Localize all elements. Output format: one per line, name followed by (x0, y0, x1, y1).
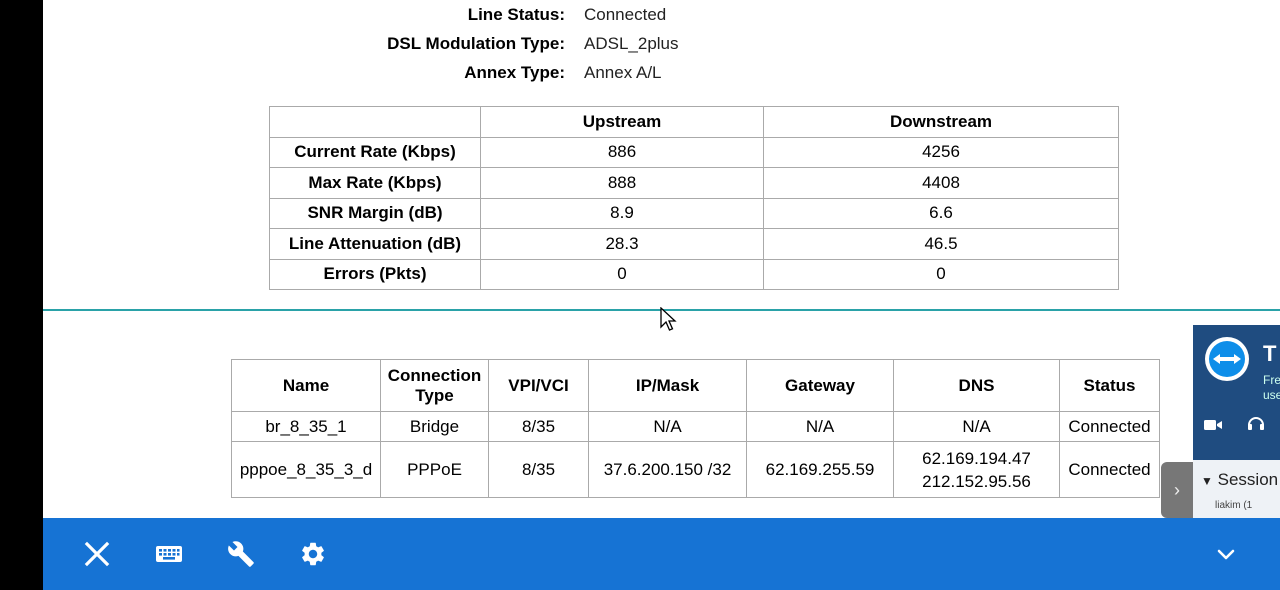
annex-label: Annex Type: (464, 63, 565, 82)
table-row: Line Attenuation (dB) 28.3 46.5 (269, 228, 1119, 260)
cell-vpivci: 8/35 (488, 441, 589, 498)
chevron-down-icon (1217, 549, 1235, 560)
header-downstream: Downstream (763, 106, 1119, 138)
teamviewer-subtitle-line2: use (1263, 388, 1280, 402)
triangle-down-icon: ▼ (1201, 474, 1213, 488)
collapse-toolbar-button[interactable] (1208, 536, 1244, 572)
cell-dns: 62.169.194.47 212.152.95.56 (893, 441, 1060, 498)
teamviewer-panel: T Fre use ▼ Session liakim (1 (1193, 325, 1280, 518)
cell-gateway: 62.169.255.59 (746, 441, 894, 498)
row-label: SNR Margin (dB) (269, 197, 481, 229)
close-button[interactable] (79, 536, 115, 572)
chevron-right-icon: › (1174, 480, 1180, 500)
line-status-row: Line Status: Connected (43, 0, 667, 30)
row-label: Line Attenuation (dB) (269, 228, 481, 260)
table-header-row: Upstream Downstream (269, 106, 1119, 138)
table-row: Max Rate (Kbps) 888 4408 (269, 167, 1119, 199)
cell-name: pppoe_8_35_3_d (231, 441, 381, 498)
line-status-label: Line Status: (467, 5, 565, 24)
downstream-value: 4408 (763, 167, 1119, 199)
dns-primary: 62.169.194.47 (922, 448, 1031, 468)
annex-value: Annex A/L (584, 63, 662, 82)
modulation-row: DSL Modulation Type: ADSL_2plus (43, 29, 678, 59)
header-empty (269, 106, 481, 138)
cell-type: PPPoE (380, 441, 489, 498)
row-label: Current Rate (Kbps) (269, 136, 481, 168)
downstream-value: 6.6 (763, 197, 1119, 229)
teamviewer-subtitle: Fre use (1263, 373, 1280, 403)
session-header: ▼ Session (1201, 470, 1278, 490)
header-name: Name (231, 359, 381, 412)
teamviewer-header: T Fre use (1193, 325, 1280, 460)
upstream-value: 886 (480, 136, 764, 168)
header-gateway: Gateway (746, 359, 894, 412)
session-label: Session (1217, 470, 1279, 489)
cell-status: Connected (1059, 411, 1160, 442)
close-icon (84, 541, 110, 567)
downstream-value: 46.5 (763, 228, 1119, 260)
annex-row: Annex Type: Annex A/L (43, 58, 661, 88)
header-dns: DNS (893, 359, 1060, 412)
upstream-value: 28.3 (480, 228, 764, 260)
header-vpivci: VPI/VCI (488, 359, 589, 412)
gear-icon (302, 542, 324, 566)
video-icon[interactable] (1203, 417, 1223, 433)
table-row: pppoe_8_35_3_d PPPoE 8/35 37.6.200.150 /… (231, 441, 1160, 498)
row-label: Max Rate (Kbps) (269, 167, 481, 199)
remote-desktop-viewport: Line Status: Connected DSL Modulation Ty… (43, 0, 1280, 518)
header-connection-type-line1: Connection (387, 365, 482, 385)
row-label: Errors (Pkts) (269, 258, 481, 290)
wrench-icon (228, 541, 254, 567)
table-row: Errors (Pkts) 0 0 (269, 258, 1119, 290)
cell-ip: N/A (588, 411, 747, 442)
header-ip-mask: IP/Mask (588, 359, 747, 412)
table-row: br_8_35_1 Bridge 8/35 N/A N/A N/A Connec… (231, 411, 1160, 442)
headset-icon[interactable] (1246, 413, 1266, 433)
table-header-row: Name Connection Type VPI/VCI IP/Mask Gat… (231, 359, 1160, 412)
line-status-value: Connected (584, 5, 667, 24)
teamviewer-session-section[interactable]: ▼ Session liakim (1 (1193, 460, 1280, 518)
keyboard-button[interactable] (151, 536, 187, 572)
cell-status: Connected (1059, 441, 1160, 498)
session-user: liakim (1 (1215, 500, 1253, 511)
settings-button[interactable] (295, 536, 331, 572)
upstream-value: 888 (480, 167, 764, 199)
dns-secondary: 212.152.95.56 (922, 471, 1031, 491)
table-row: Current Rate (Kbps) 886 4256 (269, 136, 1119, 168)
header-connection-type-line2: Type (415, 385, 454, 405)
upstream-value: 8.9 (480, 197, 764, 229)
cell-gateway: N/A (746, 411, 894, 442)
dsl-rate-table: Upstream Downstream Current Rate (Kbps) … (269, 106, 1119, 290)
cell-vpivci: 8/35 (488, 411, 589, 442)
teamviewer-actions (1203, 413, 1266, 438)
header-upstream: Upstream (480, 106, 764, 138)
teamviewer-logo-icon (1205, 337, 1249, 381)
cell-name: br_8_35_1 (231, 411, 381, 442)
table-row: SNR Margin (dB) 8.9 6.6 (269, 197, 1119, 229)
cell-ip: 37.6.200.150 /32 (588, 441, 747, 498)
header-connection-type: Connection Type (380, 359, 489, 412)
modulation-value: ADSL_2plus (584, 34, 679, 53)
modulation-label: DSL Modulation Type: (387, 34, 565, 53)
upstream-value: 0 (480, 258, 764, 290)
wan-connections-table: Name Connection Type VPI/VCI IP/Mask Gat… (231, 359, 1160, 498)
downstream-value: 4256 (763, 136, 1119, 168)
cell-dns: N/A (893, 411, 1060, 442)
header-status: Status (1059, 359, 1160, 412)
panel-expand-tab[interactable]: › (1161, 462, 1193, 518)
downstream-value: 0 (763, 258, 1119, 290)
cell-type: Bridge (380, 411, 489, 442)
teamviewer-title: T (1263, 341, 1277, 366)
mouse-cursor-icon (660, 307, 677, 331)
tools-button[interactable] (223, 536, 259, 572)
keyboard-icon (156, 546, 182, 562)
remote-control-toolbar (43, 518, 1280, 590)
teamviewer-subtitle-line1: Fre (1263, 373, 1280, 387)
